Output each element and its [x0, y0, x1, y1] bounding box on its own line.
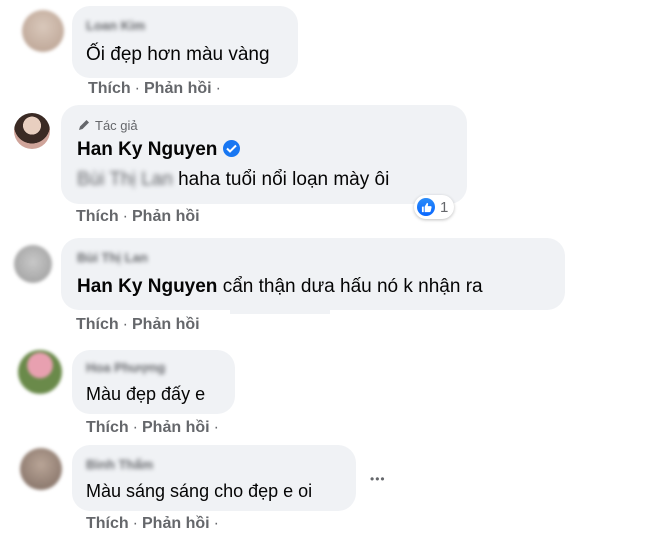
- comment-author-row: Han Ky Nguyen: [77, 139, 241, 161]
- comment-bubble: Bình Thẩm Màu sáng sáng cho đẹp e oi: [72, 445, 356, 511]
- comment-bubble: Hoa Phượng Màu đẹp đấy e: [72, 350, 235, 414]
- avatar[interactable]: [22, 10, 64, 52]
- reply-button[interactable]: Phản hồi: [132, 208, 200, 225]
- like-button[interactable]: Thích: [76, 208, 119, 225]
- comment-text-row: Bùi Thị Lan haha tuổi nổi loạn mày ôi: [77, 169, 389, 191]
- separator: ·: [132, 515, 138, 532]
- avatar[interactable]: [14, 245, 52, 283]
- like-button[interactable]: Thích: [86, 419, 129, 436]
- comment-actions: Thích · Phản hồi ·: [88, 80, 225, 98]
- like-button[interactable]: Thích: [88, 80, 131, 97]
- comment-text: Màu sáng sáng cho đẹp e oi: [86, 481, 313, 501]
- comment-text: cẩn thận dưa hấu nó k nhận ra: [222, 276, 483, 297]
- comment-text-row: Han Ky Nguyen cẩn thận dưa hấu nó k nhận…: [77, 276, 483, 298]
- separator: ·: [122, 316, 128, 333]
- author-tag-label: Tác giả: [95, 118, 138, 133]
- avatar[interactable]: [18, 350, 62, 394]
- separator: ·: [132, 419, 138, 436]
- comment-author[interactable]: Hoa Phượng: [86, 360, 165, 375]
- reaction-summary[interactable]: 1: [414, 195, 455, 219]
- comment-author[interactable]: Loan Kim: [86, 18, 145, 33]
- pencil-icon: [79, 120, 89, 130]
- like-button[interactable]: Thích: [76, 316, 119, 333]
- like-button[interactable]: Thích: [86, 515, 129, 532]
- reply-button[interactable]: Phản hồi: [144, 80, 212, 97]
- comment-actions: Thích · Phản hồi ·: [86, 419, 223, 437]
- comment-text: Màu đẹp đấy e: [86, 384, 206, 404]
- separator: ·: [213, 515, 219, 532]
- comment-bubble: Bùi Thị Lan Han Ky Nguyen cẩn thận dưa h…: [61, 238, 565, 310]
- comment-text: Ối đẹp hơn màu vàng: [86, 44, 270, 65]
- mention-link[interactable]: Bùi Thị Lan: [77, 169, 173, 190]
- comment-text: haha tuổi nổi loạn mày ôi: [178, 169, 390, 190]
- reply-button[interactable]: Phản hồi: [142, 419, 210, 436]
- reply-button[interactable]: Phản hồi: [132, 316, 200, 333]
- separator: ·: [134, 80, 140, 97]
- separator: ·: [122, 208, 128, 225]
- comment-actions: Thích · Phản hồi: [76, 208, 200, 226]
- comment-bubble: Loan Kim Ối đẹp hơn màu vàng: [72, 6, 298, 78]
- like-reaction-icon: [417, 198, 435, 216]
- comment-actions: Thích · Phản hồi: [76, 316, 200, 334]
- separator: ·: [215, 80, 221, 97]
- author-badge: Tác giả: [77, 118, 138, 133]
- comment-author[interactable]: Bùi Thị Lan: [77, 250, 148, 265]
- mention-link[interactable]: Han Ky Nguyen: [77, 276, 217, 297]
- comment-bubble: Tác giả Han Ky Nguyen Bùi Thị Lan haha t…: [61, 105, 467, 204]
- more-options-icon[interactable]: •••: [370, 473, 386, 485]
- reaction-count: 1: [440, 198, 449, 216]
- comment-author[interactable]: Bình Thẩm: [86, 457, 153, 472]
- divider: [230, 310, 330, 314]
- avatar[interactable]: [20, 448, 62, 490]
- separator: ·: [213, 419, 219, 436]
- comment-author[interactable]: Han Ky Nguyen: [77, 139, 217, 160]
- comment-actions: Thích · Phản hồi ·: [86, 515, 223, 533]
- avatar[interactable]: [14, 113, 50, 149]
- reply-button[interactable]: Phản hồi: [142, 515, 210, 532]
- verified-badge-icon: [223, 140, 241, 157]
